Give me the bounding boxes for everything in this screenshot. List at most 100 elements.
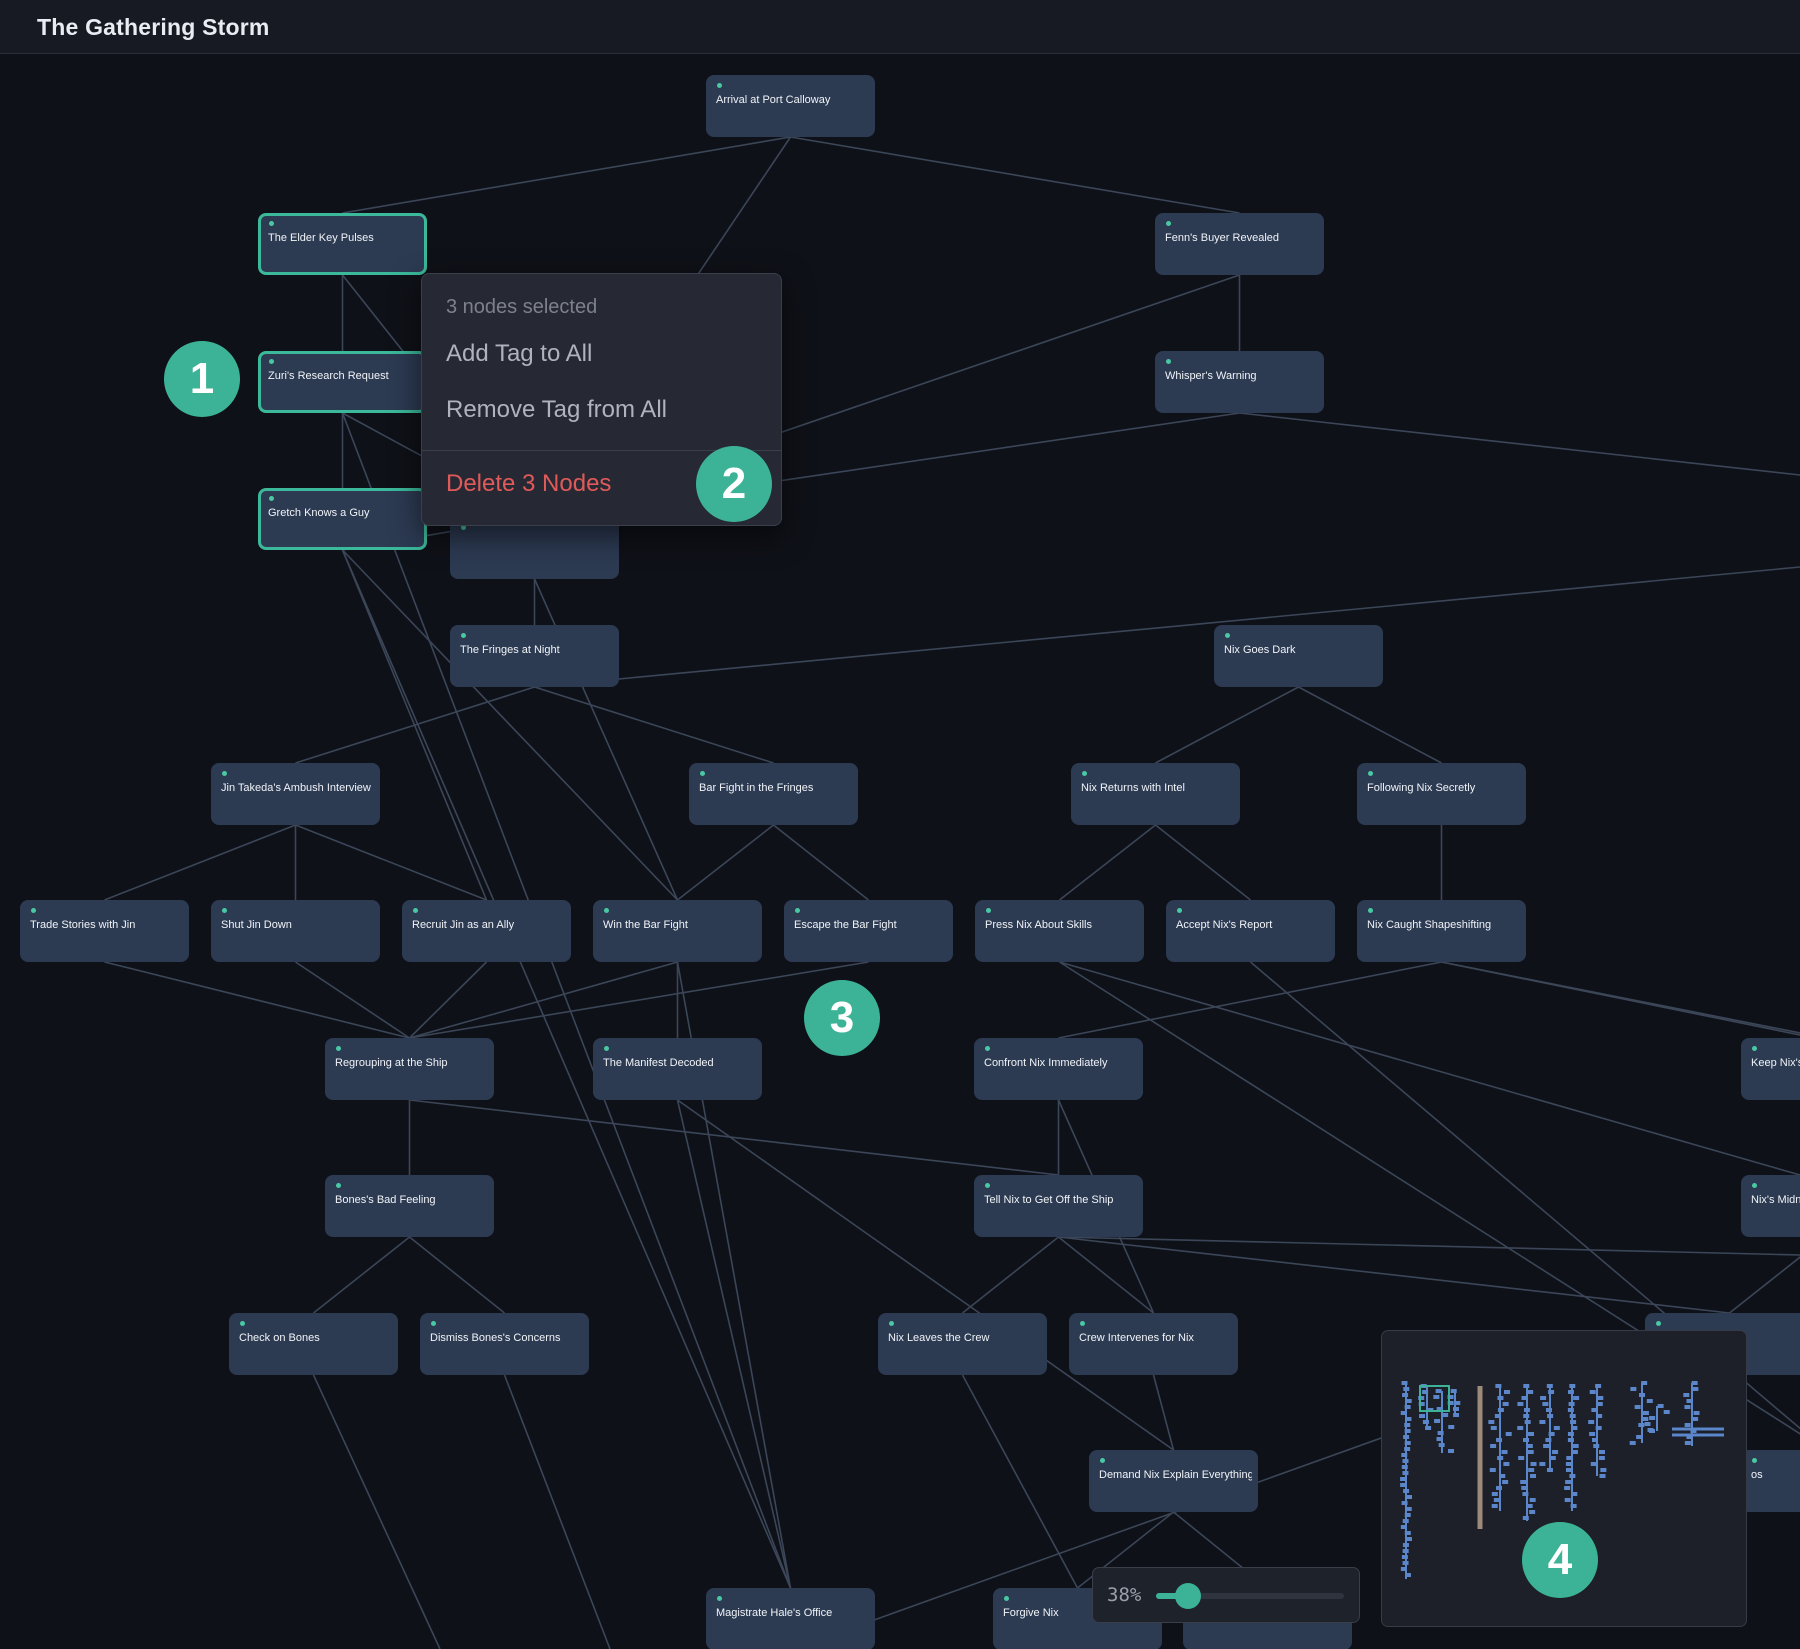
story-node[interactable]: Tell Nix to Get Off the Ship — [974, 1175, 1143, 1237]
minimap-node — [1642, 1417, 1649, 1421]
story-node[interactable]: Arrival at Port Calloway — [706, 75, 875, 137]
node-status-dot — [1752, 1183, 1757, 1188]
node-status-dot — [413, 908, 418, 913]
minimap-node — [1642, 1411, 1649, 1415]
minimap-node — [1495, 1384, 1502, 1388]
story-node[interactable]: Trade Stories with Jin — [20, 900, 189, 962]
story-node[interactable]: Following Nix Secretly — [1357, 763, 1526, 825]
node-title: Zuri's Research Request — [268, 370, 389, 382]
story-node[interactable]: Confront Nix Immediately — [974, 1038, 1143, 1100]
story-node[interactable]: Bones's Bad Feeling — [325, 1175, 494, 1237]
minimap-node — [1450, 1389, 1457, 1393]
minimap-node — [1644, 1422, 1651, 1426]
minimap-node — [1571, 1426, 1578, 1430]
add-tag-to-all-menu-item[interactable]: Add Tag to All — [446, 340, 592, 368]
node-title: Following Nix Secretly — [1367, 782, 1476, 794]
minimap-node — [1539, 1462, 1546, 1466]
minimap-node — [1591, 1408, 1598, 1412]
story-node[interactable]: Fenn's Buyer Revealed — [1155, 213, 1324, 275]
node-status-dot — [1166, 359, 1171, 364]
minimap-node — [1567, 1390, 1574, 1394]
minimap-node — [1529, 1510, 1536, 1514]
minimap-node — [1569, 1474, 1576, 1478]
minimap-node — [1435, 1389, 1442, 1393]
zoom-control: 38% — [1092, 1567, 1360, 1623]
callout-badge-1: 1 — [164, 341, 240, 417]
minimap-node — [1598, 1456, 1605, 1460]
minimap-node — [1547, 1414, 1554, 1418]
delete-nodes-menu-item[interactable]: Delete 3 Nodes — [446, 470, 611, 498]
story-node[interactable]: Escape the Bar Fight — [784, 900, 953, 962]
zoom-slider-thumb[interactable] — [1174, 1583, 1201, 1609]
minimap-node — [1566, 1456, 1573, 1460]
zoom-slider-track[interactable] — [1156, 1583, 1344, 1609]
node-status-dot — [1166, 221, 1171, 226]
graph-edge — [295, 961, 410, 1039]
story-node[interactable]: Win the Bar Fight — [593, 900, 762, 962]
minimap-node — [1529, 1498, 1536, 1502]
minimap-node — [1589, 1390, 1596, 1394]
story-node[interactable]: Check on Bones — [229, 1313, 398, 1375]
story-node[interactable]: Nix Goes Dark — [1214, 625, 1383, 687]
story-node[interactable]: Nix's Midni — [1741, 1175, 1800, 1237]
node-status-dot — [1225, 633, 1230, 638]
story-node[interactable]: Gretch Knows a Guy — [258, 488, 427, 550]
story-node[interactable]: Accept Nix's Report — [1166, 900, 1335, 962]
story-node[interactable]: Recruit Jin as an Ally — [402, 900, 571, 962]
graph-edge — [677, 1099, 1174, 1451]
story-node[interactable]: The Manifest Decoded — [593, 1038, 762, 1100]
graph-edge — [342, 136, 791, 214]
story-node[interactable]: Whisper's Warning — [1155, 351, 1324, 413]
node-status-dot — [1082, 771, 1087, 776]
story-node[interactable]: Regrouping at the Ship — [325, 1038, 494, 1100]
minimap-node — [1404, 1531, 1411, 1535]
story-node[interactable]: os — [1741, 1450, 1800, 1512]
story-node[interactable]: The Fringes at Night — [450, 625, 619, 687]
story-node[interactable]: Demand Nix Explain Everything — [1089, 1450, 1258, 1512]
story-node[interactable]: Magistrate Hale's Office — [706, 1588, 875, 1649]
remove-tag-from-all-menu-item[interactable]: Remove Tag from All — [446, 396, 667, 424]
minimap-node — [1502, 1480, 1509, 1484]
node-title: The Elder Key Pulses — [268, 232, 374, 244]
minimap-node — [1402, 1471, 1409, 1475]
minimap-node — [1527, 1390, 1534, 1394]
minimap-node — [1491, 1492, 1498, 1496]
story-node[interactable] — [450, 517, 619, 579]
minimap-node — [1693, 1411, 1700, 1415]
story-node[interactable]: Nix Caught Shapeshifting — [1357, 900, 1526, 962]
node-status-dot — [889, 1321, 894, 1326]
node-status-dot — [269, 359, 274, 364]
graph-edge — [409, 1236, 505, 1314]
story-node[interactable]: Crew Intervenes for Nix — [1069, 1313, 1238, 1375]
story-node[interactable]: Dismiss Bones's Concerns — [420, 1313, 589, 1375]
story-node[interactable]: Keep Nix's — [1741, 1038, 1800, 1100]
story-node[interactable]: Nix Leaves the Crew — [878, 1313, 1047, 1375]
minimap-node — [1404, 1423, 1411, 1427]
story-node[interactable]: Nix Returns with Intel — [1071, 763, 1240, 825]
minimap-node — [1691, 1381, 1698, 1385]
graph-edge — [503, 1374, 611, 1649]
minimap-node — [1405, 1507, 1412, 1511]
node-status-dot — [795, 908, 800, 913]
story-node[interactable]: Jin Takeda's Ambush Interview — [211, 763, 380, 825]
node-title: Trade Stories with Jin — [30, 919, 136, 931]
story-node[interactable]: The Elder Key Pulses — [258, 213, 427, 275]
minimap-node — [1596, 1414, 1603, 1418]
minimap-node — [1405, 1537, 1412, 1541]
node-status-dot — [1656, 1321, 1661, 1326]
node-status-dot — [1368, 908, 1373, 913]
graph-edge — [962, 1236, 1059, 1314]
minimap-node — [1595, 1426, 1602, 1430]
minimap-node — [1419, 1414, 1426, 1418]
graph-edge — [1058, 961, 1442, 1039]
story-node[interactable]: Bar Fight in the Fringes — [689, 763, 858, 825]
graph-edge — [676, 1099, 792, 1589]
graph-edge — [1059, 824, 1156, 901]
minimap-node — [1401, 1381, 1408, 1385]
story-node[interactable]: Shut Jin Down — [211, 900, 380, 962]
story-node[interactable]: Zuri's Research Request — [258, 351, 427, 413]
minimap-node — [1634, 1405, 1641, 1409]
story-node[interactable]: Press Nix About Skills — [975, 900, 1144, 962]
minimap-node — [1404, 1441, 1411, 1445]
minimap-node — [1523, 1414, 1530, 1418]
